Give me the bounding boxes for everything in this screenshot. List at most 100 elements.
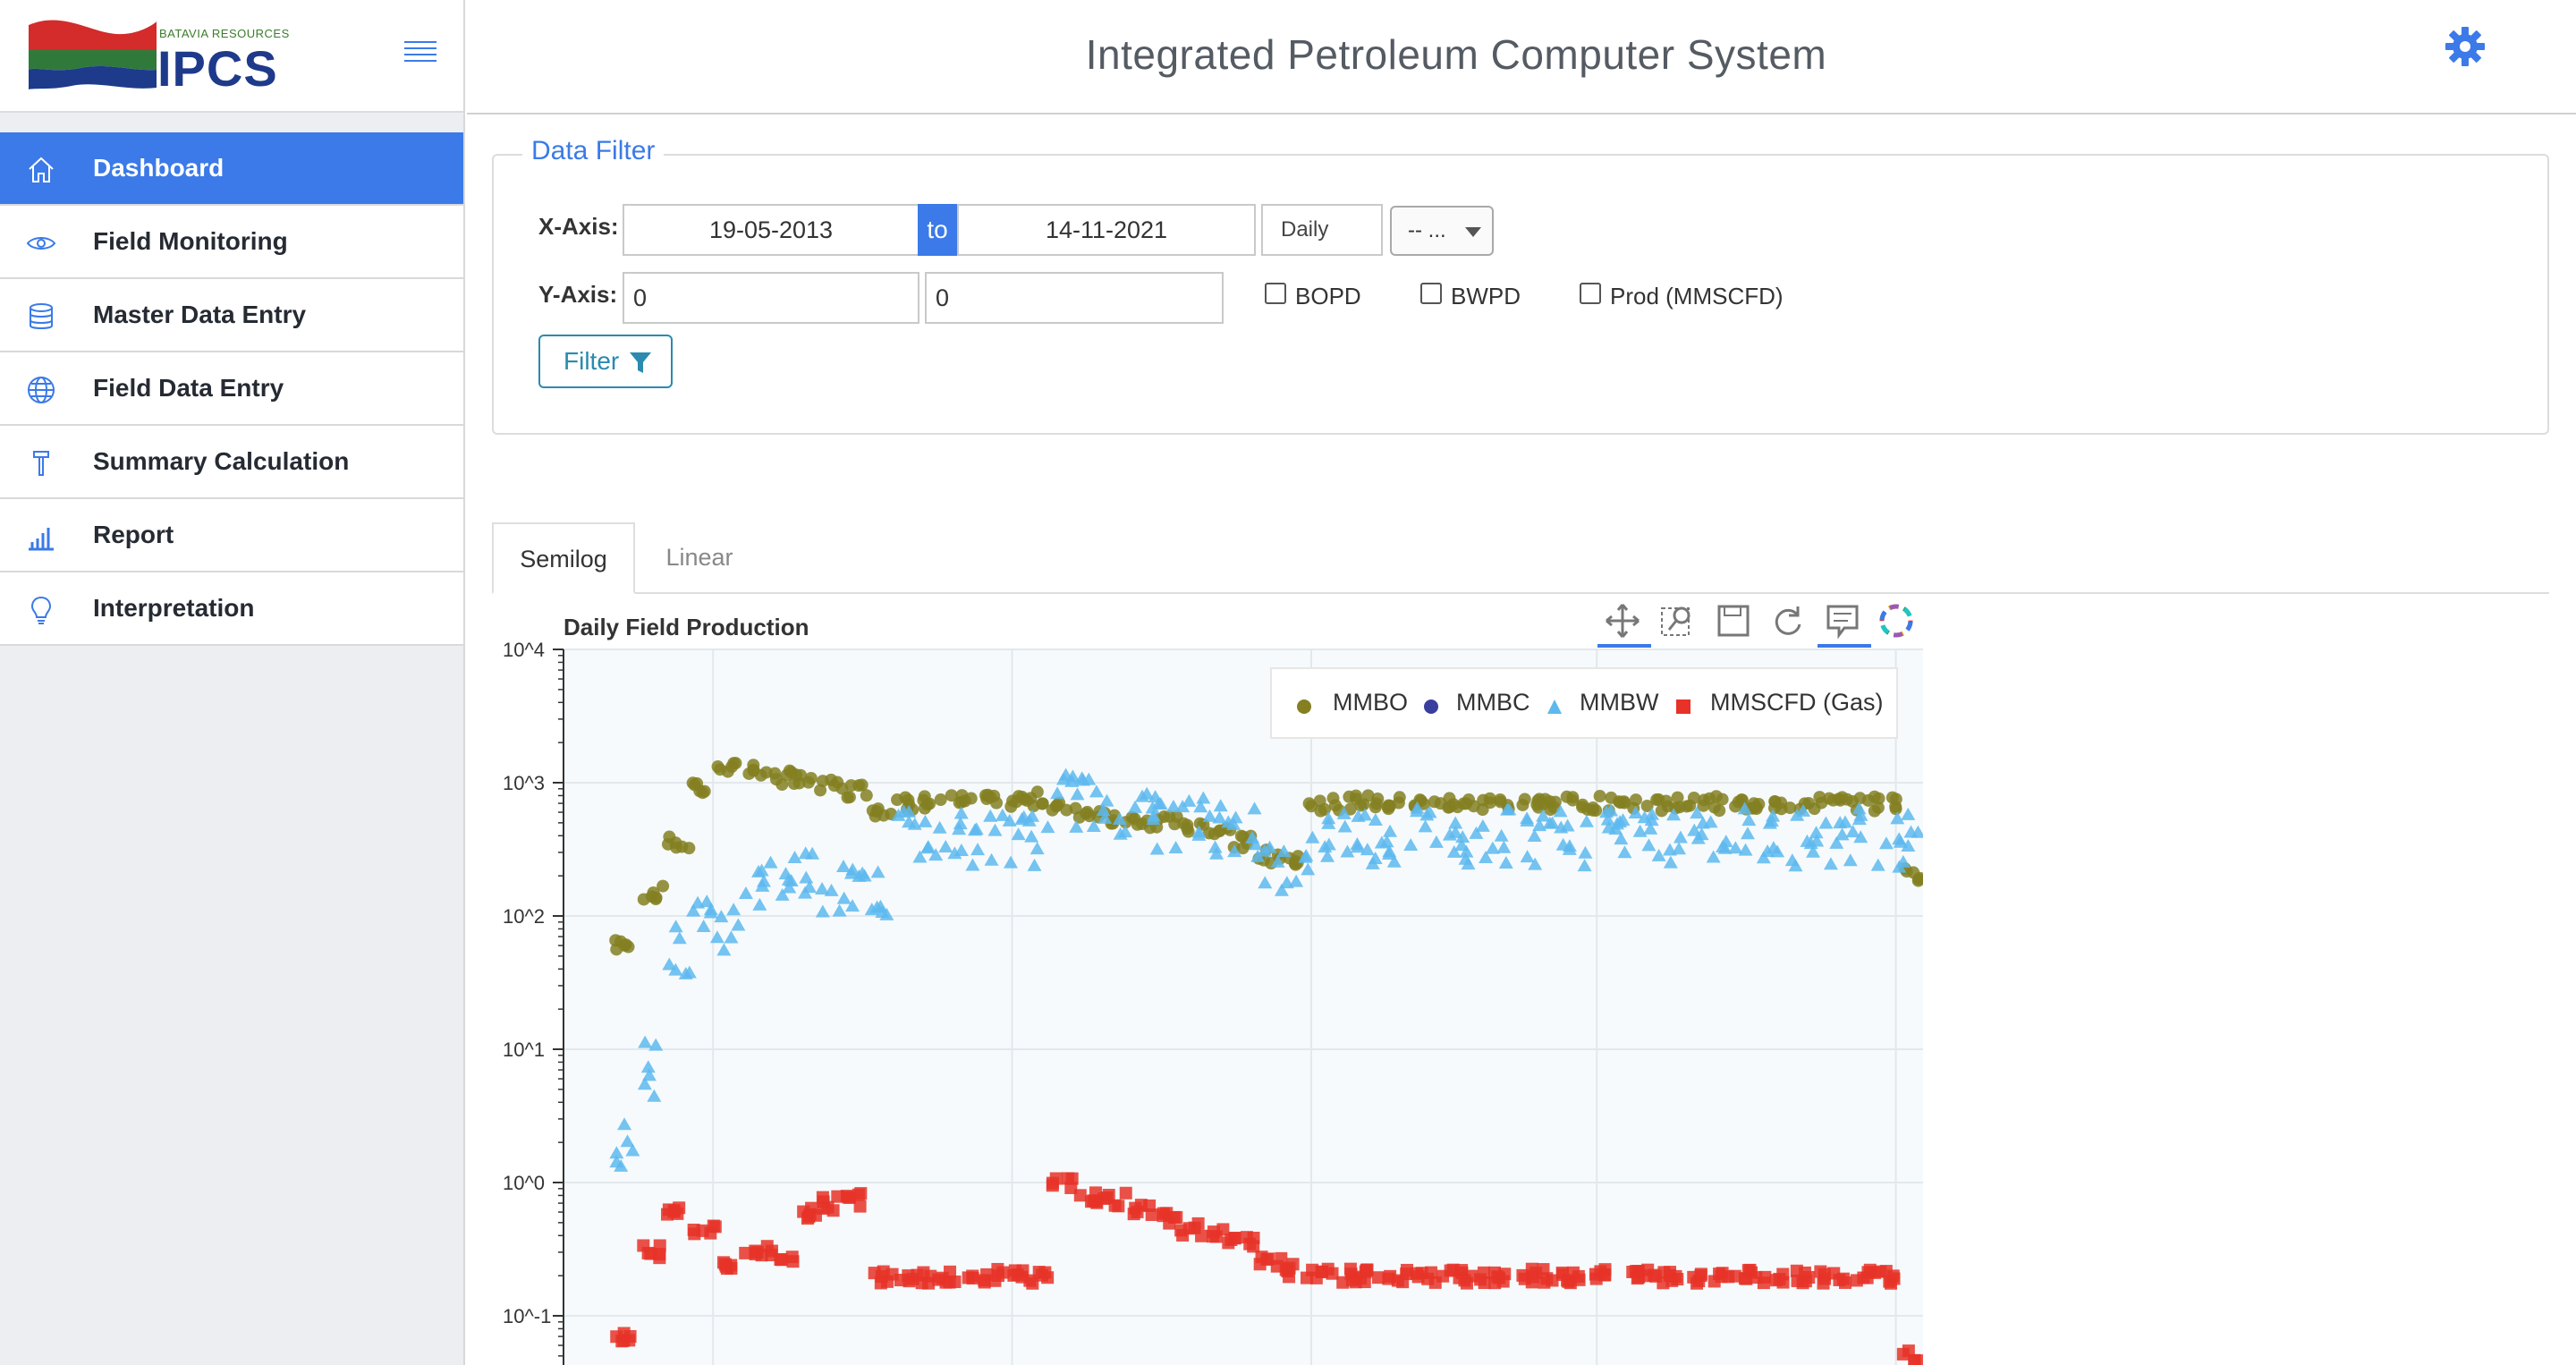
data-point xyxy=(962,1271,975,1284)
legend-glyph-gas xyxy=(1676,699,1690,714)
data-point xyxy=(1436,1269,1450,1283)
data-point xyxy=(1518,1272,1531,1285)
checkbox-prod-mmscfd[interactable] xyxy=(1580,283,1601,304)
data-point xyxy=(1411,1270,1425,1284)
series-select[interactable]: -- ... xyxy=(1390,206,1494,256)
data-point xyxy=(1328,799,1342,812)
funnel-icon xyxy=(630,352,651,373)
lightbulb-icon xyxy=(30,596,52,624)
data-point xyxy=(1850,1274,1863,1287)
data-point xyxy=(1207,1225,1220,1239)
date-from-field[interactable]: 19-05-2013 xyxy=(623,204,919,256)
data-point xyxy=(1629,793,1642,807)
data-point xyxy=(623,1334,636,1347)
data-point xyxy=(1836,1272,1850,1285)
data-point xyxy=(1119,1186,1132,1200)
data-point xyxy=(1253,1258,1267,1271)
data-point xyxy=(765,1249,778,1262)
data-point xyxy=(1665,1274,1679,1287)
data-point xyxy=(1384,1269,1397,1283)
data-point xyxy=(1065,1172,1079,1185)
data-point xyxy=(917,793,930,807)
data-point xyxy=(814,784,827,797)
data-point xyxy=(786,1255,800,1268)
menu-toggle-icon[interactable] xyxy=(404,41,436,64)
filter-button[interactable]: Filter xyxy=(538,335,673,388)
sidebar-item-label: Field Data Entry xyxy=(93,374,284,402)
data-point xyxy=(653,1248,666,1261)
data-point xyxy=(769,773,783,786)
data-point xyxy=(802,776,816,789)
data-point xyxy=(1279,1263,1292,1276)
sidebar-item-interpretation[interactable]: Interpretation xyxy=(0,572,463,646)
tab-linear[interactable]: Linear xyxy=(637,522,762,594)
data-point xyxy=(670,841,683,854)
data-point xyxy=(1384,799,1397,812)
logo-wordmark: IPCS xyxy=(157,40,278,97)
sidebar-item-summary-calculation[interactable]: Summary Calculation xyxy=(0,426,463,499)
data-point xyxy=(860,789,873,802)
sidebar-item-report[interactable]: Report xyxy=(0,499,463,572)
sidebar-item-field-data-entry[interactable]: Field Data Entry xyxy=(0,352,463,426)
y-tick-label: 10^3 xyxy=(503,772,545,794)
sidebar-item-label: Interpretation xyxy=(93,594,255,622)
data-point xyxy=(1649,1269,1663,1283)
data-point xyxy=(1360,1263,1373,1276)
y-axis: 10^4 10^3 10^2 10^1 10^0 10^-1 xyxy=(503,639,564,1365)
data-point xyxy=(1491,1270,1504,1284)
hammer-icon xyxy=(33,451,49,476)
data-point xyxy=(1562,1275,1575,1288)
data-point xyxy=(1758,1270,1772,1284)
data-point xyxy=(1131,1205,1144,1218)
data-point xyxy=(899,791,912,804)
data-point xyxy=(1716,793,1729,806)
series-select-value: -- ... xyxy=(1408,218,1446,242)
data-point xyxy=(983,791,996,804)
tab-semilog[interactable]: Semilog xyxy=(492,522,635,594)
data-point xyxy=(1174,1224,1188,1237)
sidebar-item-master-data-entry[interactable]: Master Data Entry xyxy=(0,279,463,352)
app-root: BATAVIA RESOURCES IPCS Dashboard Field M… xyxy=(0,0,2576,1365)
logo-area: BATAVIA RESOURCES IPCS xyxy=(0,0,463,113)
bar-chart-icon xyxy=(29,528,54,551)
sidebar-item-field-monitoring[interactable]: Field Monitoring xyxy=(0,206,463,279)
data-point xyxy=(696,786,709,800)
data-point xyxy=(727,757,741,770)
data-point xyxy=(831,776,844,789)
interval-field[interactable]: Daily xyxy=(1261,204,1383,256)
data-point xyxy=(610,1330,623,1344)
checkbox-bwpd[interactable] xyxy=(1420,283,1442,304)
data-point xyxy=(1309,1271,1323,1284)
y-max-field[interactable]: 0 xyxy=(925,272,1224,324)
legend-label-mmbo: MMBO xyxy=(1333,689,1408,716)
data-point xyxy=(1357,798,1370,811)
data-point xyxy=(854,1187,868,1200)
data-point xyxy=(1768,794,1782,808)
y-tick-label: 10^-1 xyxy=(503,1305,551,1327)
sidebar-nav: Dashboard Field Monitoring Master Data E… xyxy=(0,132,463,646)
data-point xyxy=(817,1195,830,1208)
y-tick-label: 10^4 xyxy=(503,639,545,661)
sidebar-item-dashboard[interactable]: Dashboard xyxy=(0,132,463,206)
data-point xyxy=(1593,790,1606,803)
data-point xyxy=(724,1259,738,1272)
data-point xyxy=(874,1276,887,1290)
data-point xyxy=(1818,1272,1832,1285)
sidebar-item-label: Field Monitoring xyxy=(93,227,288,255)
data-point xyxy=(1007,1268,1021,1282)
checkbox-bopd[interactable] xyxy=(1265,283,1286,304)
data-point xyxy=(996,1266,1010,1279)
chart-legend: MMBO MMBC MMBW MMSCFD (Gas) xyxy=(1270,667,1898,739)
data-point xyxy=(803,1208,817,1221)
top-header: Integrated Petroleum Computer System xyxy=(467,0,2576,114)
data-point xyxy=(708,1220,722,1234)
date-to-field[interactable]: 14-11-2021 xyxy=(957,204,1256,256)
data-point xyxy=(917,1266,930,1279)
gear-icon[interactable] xyxy=(2444,25,2487,68)
y-min-field[interactable]: 0 xyxy=(623,272,919,324)
company-name: BATAVIA RESOURCES xyxy=(159,27,290,40)
data-point xyxy=(1041,1271,1055,1284)
sidebar-item-label: Report xyxy=(93,521,174,548)
y-axis-label: Y-Axis: xyxy=(538,281,618,308)
data-point xyxy=(1799,1275,1812,1288)
